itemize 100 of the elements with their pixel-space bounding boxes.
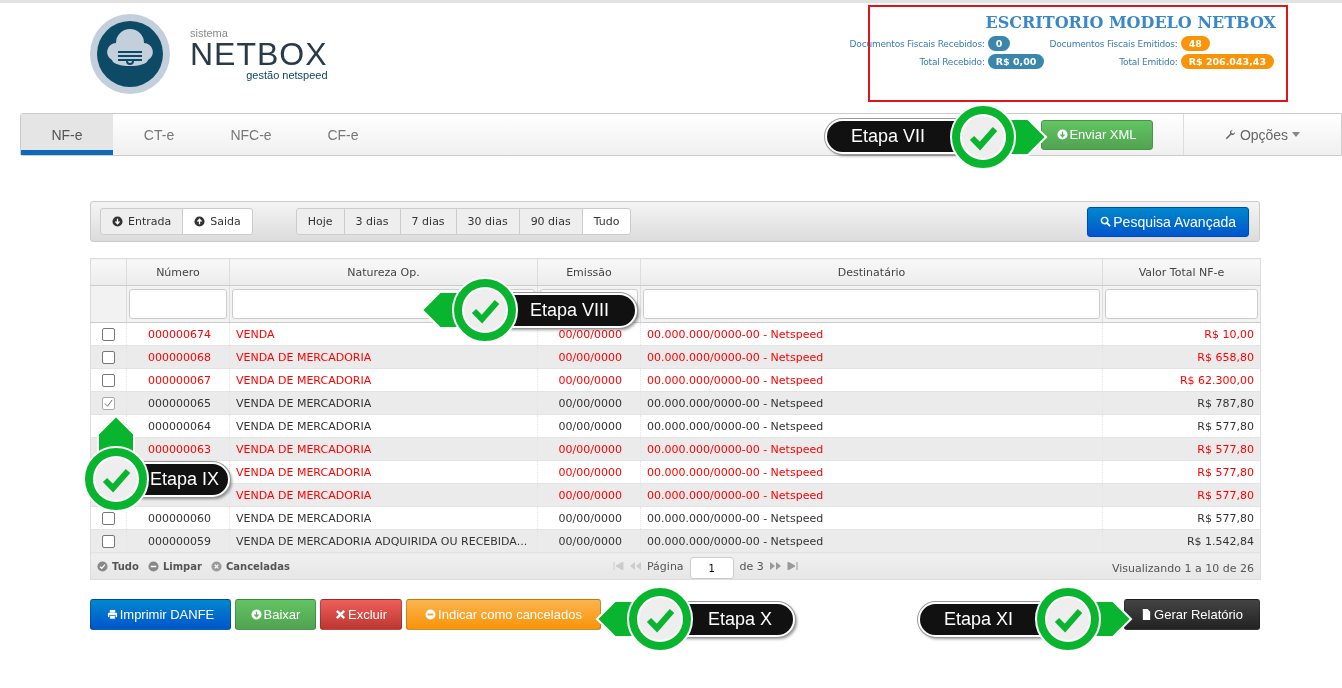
circle-arrow-down-icon — [112, 216, 123, 227]
close-circle-icon — [210, 560, 222, 572]
table-cell: 00/00/0000 — [537, 460, 641, 484]
table-cell: 00.000.000/0000-00 - Netspeed — [640, 483, 1103, 507]
caret-icon — [1292, 132, 1301, 137]
nav-tab[interactable]: NF-e — [21, 114, 113, 155]
next-page-icon[interactable] — [769, 562, 781, 570]
row-checkbox[interactable] — [102, 373, 115, 387]
table-cell: R$ 10,00 — [1102, 322, 1261, 346]
table-cell: 00.000.000/0000-00 - Netspeed — [640, 460, 1103, 484]
table-cell: 00.000.000/0000-00 - Netspeed — [640, 414, 1103, 438]
table-cell: R$ 577,80 — [1102, 437, 1261, 461]
table-cell: R$ 577,80 — [1102, 506, 1261, 530]
table-cell: 00.000.000/0000-00 - Netspeed — [640, 529, 1103, 553]
table-cell: 000000674 — [126, 322, 230, 346]
period-toggle[interactable]: 7 dias — [399, 208, 457, 235]
stat-badge: R$ 0,00 — [987, 54, 1045, 69]
table-cell: R$ 658,80 — [1102, 345, 1261, 369]
table-cell: VENDA DE MERCADORIA — [229, 460, 538, 484]
select-none-link[interactable]: Limpar — [147, 560, 202, 572]
table-cell: VENDA DE MERCADORIA — [229, 345, 538, 369]
previous-page-icon[interactable] — [629, 562, 641, 570]
direction-toggle[interactable]: Entrada — [100, 208, 184, 235]
options-menu[interactable]: Opções — [1183, 114, 1341, 155]
period-toggle[interactable]: Tudo — [581, 208, 632, 235]
printer-icon — [106, 609, 118, 620]
stat-label: Total Emitido: — [1119, 56, 1178, 67]
close-icon — [335, 609, 346, 620]
period-toggle[interactable]: Hoje — [295, 208, 345, 235]
table-cell: 00/00/0000 — [537, 368, 641, 392]
stat-badge: R$ 206.043,43 — [1180, 54, 1274, 69]
column-header[interactable]: Natureza Op. — [229, 258, 538, 286]
delete-button[interactable]: Excluir — [320, 599, 402, 630]
column-header[interactable]: Emissão — [537, 258, 641, 286]
circle-arrow-down-icon — [1057, 129, 1069, 140]
page-field[interactable]: 1 — [689, 557, 734, 579]
search-icon — [1100, 216, 1112, 227]
table-cell: VENDA DE MERCADORIA — [229, 506, 538, 530]
check-circle-icon — [97, 560, 108, 572]
last-page-icon[interactable] — [786, 562, 798, 570]
table-cell: VENDA DE MERCADORIA — [229, 437, 538, 461]
logo-tagline: gestão netspeed — [246, 69, 328, 81]
circle-arrow-up-icon — [194, 216, 206, 227]
office-title: ESCRITORIO MODELO NETBOX — [985, 13, 1276, 32]
table-cell: VENDA DE MERCADORIA — [229, 391, 538, 415]
table-cell: R$ 577,80 — [1102, 414, 1261, 438]
filter-field[interactable] — [1105, 289, 1258, 319]
minus-circle-icon — [147, 560, 159, 572]
document-icon — [1141, 609, 1153, 620]
table-cell: 00.000.000/0000-00 - Netspeed — [640, 368, 1103, 392]
column-header[interactable]: Destinatário — [640, 258, 1103, 286]
table-cell: 00/00/0000 — [537, 414, 641, 438]
page-label: Página — [646, 559, 684, 573]
stat-label: Total Recebido: — [919, 56, 985, 67]
wrench-icon — [1224, 129, 1236, 140]
table-cell: VENDA DE MERCADORIA ADQUIRIDA OU RECEBIDA... — [229, 529, 538, 553]
minus-circle-icon — [425, 609, 437, 620]
period-toggle[interactable]: 90 dias — [518, 208, 583, 235]
row-checkbox[interactable] — [102, 511, 115, 525]
filter-field[interactable] — [643, 289, 1100, 319]
row-checkbox[interactable] — [102, 327, 115, 341]
table-cell: R$ 787,80 — [1102, 391, 1261, 415]
first-page-icon[interactable] — [612, 562, 624, 570]
table-cell: 00.000.000/0000-00 - Netspeed — [640, 391, 1103, 415]
row-checkbox[interactable] — [102, 396, 115, 410]
cloud-logo-icon — [90, 14, 170, 94]
record-count: Visualizando 1 a 10 de 26 — [1111, 561, 1254, 575]
checkmark-icon — [103, 397, 114, 409]
logo-caption: sistema — [190, 27, 229, 39]
filter-field[interactable] — [129, 289, 227, 319]
table-cell: 00.000.000/0000-00 - Netspeed — [640, 437, 1103, 461]
table-cell: 00.000.000/0000-00 - Netspeed — [640, 345, 1103, 369]
select-canceled-link[interactable]: Canceladas — [210, 560, 290, 572]
circle-arrow-down-icon — [250, 609, 262, 620]
period-toggle[interactable]: 30 dias — [455, 208, 520, 235]
page-total: de 3 — [739, 559, 764, 573]
row-checkbox[interactable] — [102, 534, 115, 548]
table-cell: VENDA DE MERCADORIA — [229, 368, 538, 392]
table-cell: 000000067 — [126, 368, 230, 392]
select-all-link[interactable]: Tudo — [97, 560, 139, 572]
nav-tab[interactable]: NFC-e — [205, 114, 297, 155]
column-header[interactable]: Valor Total NF-e — [1102, 258, 1261, 286]
table-cell: VENDA DE MERCADORIA — [229, 483, 538, 507]
table-cell: VENDA DE MERCADORIA — [229, 414, 538, 438]
print-button[interactable]: Imprimir DANFE — [90, 599, 231, 630]
table-cell: R$ 577,80 — [1102, 483, 1261, 507]
stat-badge: 0 — [987, 36, 1011, 51]
report-button[interactable]: Gerar Relatório — [1124, 599, 1260, 630]
nav-tab[interactable]: CF-e — [297, 114, 389, 155]
table-cell: R$ 1.542,84 — [1102, 529, 1261, 553]
table-cell: 00/00/0000 — [537, 506, 641, 530]
advanced-search-button[interactable]: Pesquisa Avançada — [1087, 206, 1249, 237]
table-cell: 00.000.000/0000-00 - Netspeed — [640, 322, 1103, 346]
period-toggle[interactable]: 3 dias — [343, 208, 401, 235]
column-header[interactable]: Número — [126, 258, 230, 286]
nav-tab[interactable]: CT-e — [113, 114, 205, 155]
table-cell: R$ 577,80 — [1102, 460, 1261, 484]
direction-toggle[interactable]: Saida — [182, 208, 253, 235]
stat-badge: 48 — [1180, 36, 1210, 51]
row-checkbox[interactable] — [102, 350, 115, 364]
